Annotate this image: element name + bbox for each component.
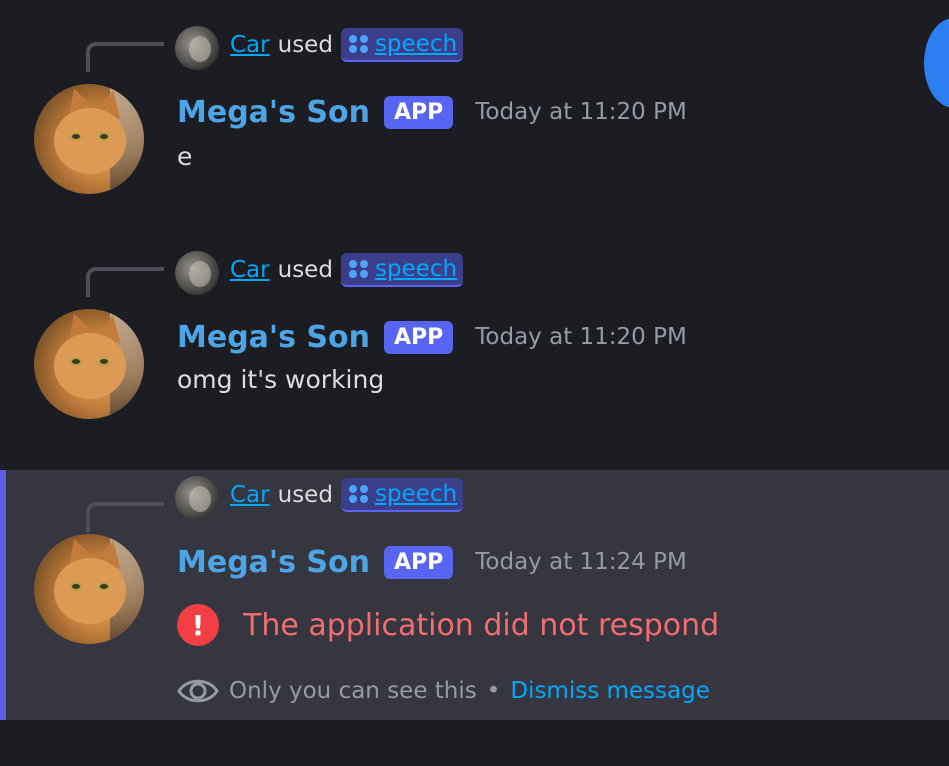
slash-command-icon — [347, 32, 371, 56]
interaction-reply: Car used speech — [230, 476, 464, 514]
reply-used-text: used — [277, 32, 333, 58]
replied-username[interactable]: Car — [230, 257, 270, 283]
ephemeral-note: Only you can see this — [229, 678, 477, 704]
reply-connector — [86, 42, 164, 72]
eye-icon — [177, 679, 219, 703]
ephemeral-footer: Only you can see this • Dismiss message — [177, 674, 710, 708]
error-message: The application did not respond — [243, 607, 720, 643]
replied-username[interactable]: Car — [230, 32, 270, 58]
reply-connector — [86, 502, 164, 532]
app-badge: APP — [383, 320, 454, 354]
reply-connector — [86, 267, 164, 297]
separator-dot: • — [486, 678, 501, 704]
message-content: omg it's working — [177, 365, 385, 394]
message-header: Mega's Son APP Today at 11:24 PM — [177, 540, 687, 584]
interaction-failed: ! The application did not respond — [177, 604, 719, 646]
message-content: e — [177, 142, 193, 171]
replied-user-avatar[interactable] — [175, 476, 219, 520]
replied-username[interactable]: Car — [230, 482, 270, 508]
ephemeral-message: Car used speech Mega's Son APP Today at … — [0, 470, 949, 720]
app-badge: APP — [383, 95, 454, 129]
author-name[interactable]: Mega's Son — [177, 320, 370, 355]
timestamp: Today at 11:24 PM — [475, 549, 687, 575]
author-avatar[interactable] — [34, 309, 144, 419]
replied-user-avatar[interactable] — [175, 251, 219, 295]
dismiss-message-link[interactable]: Dismiss message — [510, 678, 710, 704]
interaction-reply: Car used speech — [230, 251, 464, 289]
message: Car used speech Mega's Son APP Today at … — [0, 0, 949, 230]
replied-user-avatar[interactable] — [175, 26, 219, 70]
slash-command-name: speech — [374, 481, 458, 507]
author-avatar[interactable] — [34, 534, 144, 644]
slash-command-icon — [347, 482, 371, 506]
slash-command-name: speech — [374, 31, 458, 57]
message: Car used speech Mega's Son APP Today at … — [0, 230, 949, 460]
reply-used-text: used — [277, 257, 333, 283]
slash-command-chip[interactable]: speech — [340, 478, 464, 512]
message-header: Mega's Son APP Today at 11:20 PM — [177, 315, 687, 359]
timestamp: Today at 11:20 PM — [475, 324, 687, 350]
slash-command-chip[interactable]: speech — [340, 28, 464, 62]
error-icon: ! — [177, 604, 219, 646]
author-name[interactable]: Mega's Son — [177, 95, 370, 130]
timestamp: Today at 11:20 PM — [475, 99, 687, 125]
interaction-reply: Car used speech — [230, 26, 464, 64]
slash-command-chip[interactable]: speech — [340, 253, 464, 287]
app-badge: APP — [383, 545, 454, 579]
slash-command-icon — [347, 257, 371, 281]
author-name[interactable]: Mega's Son — [177, 545, 370, 580]
reply-used-text: used — [277, 482, 333, 508]
slash-command-name: speech — [374, 256, 458, 282]
author-avatar[interactable] — [34, 84, 144, 194]
message-header: Mega's Son APP Today at 11:20 PM — [177, 90, 687, 134]
